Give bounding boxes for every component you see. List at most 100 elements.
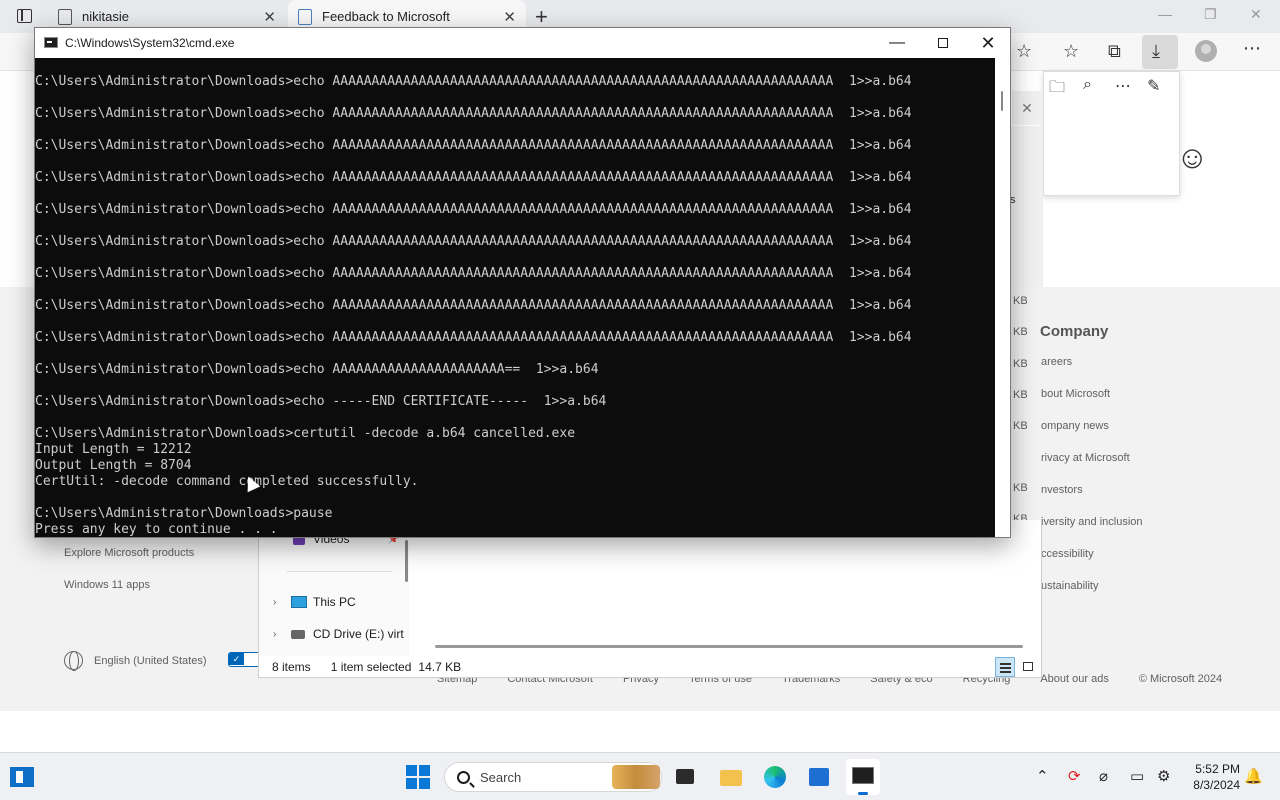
- downloads-button[interactable]: ⤓: [1142, 35, 1178, 69]
- cmd-icon: [44, 37, 58, 48]
- footer-link-privacy[interactable]: rivacy at Microsoft: [1041, 452, 1143, 484]
- profile-avatar[interactable]: [1195, 40, 1217, 62]
- start-button[interactable]: [406, 765, 430, 789]
- footer-link-explore-products[interactable]: Explore Microsoft products: [64, 547, 194, 579]
- add-favorite-icon[interactable]: ☆: [1016, 41, 1032, 62]
- footer-link-sustainability[interactable]: ustainability: [1041, 580, 1143, 612]
- more-options-icon[interactable]: ⋯: [1115, 76, 1131, 96]
- console-line: Press any key to continue . . .: [35, 522, 278, 537]
- close-window-icon[interactable]: ✕: [1250, 6, 1262, 23]
- more-menu-icon[interactable]: ⋯: [1243, 38, 1261, 59]
- sidebar-toggle-icon[interactable]: [17, 9, 32, 23]
- selection-size: 14.7 KB: [418, 660, 462, 674]
- locale-selector[interactable]: English (United States): [64, 651, 207, 671]
- close-icon[interactable]: ✕: [1012, 91, 1042, 125]
- footer-link-about-microsoft[interactable]: bout Microsoft: [1041, 388, 1143, 420]
- console-scrollbar[interactable]: [995, 58, 1010, 537]
- favorites-icon[interactable]: ☆: [1063, 41, 1079, 62]
- task-view-icon[interactable]: [674, 765, 698, 789]
- minimize-icon[interactable]: —: [1158, 6, 1172, 22]
- file-explorer-icon[interactable]: [719, 765, 743, 789]
- scroll-thumb[interactable]: [1001, 91, 1003, 111]
- store-icon[interactable]: [807, 765, 831, 789]
- chevron-up-icon[interactable]: ⌃: [1036, 767, 1049, 785]
- chevron-right-icon[interactable]: ›: [273, 597, 281, 608]
- minimize-button[interactable]: —: [874, 28, 920, 58]
- clock-date: 8/3/2024: [1193, 778, 1240, 792]
- details-view-button[interactable]: [995, 657, 1015, 677]
- large-icons-view-button[interactable]: [1019, 657, 1039, 677]
- company-links: areers bout Microsoft ompany news rivacy…: [1041, 356, 1143, 612]
- footer-left-links: Explore Microsoft products Windows 11 ap…: [64, 547, 194, 611]
- cmd-title-bar[interactable]: C:\Windows\System32\cmd.exe — ✕: [35, 28, 1010, 58]
- file-explorer-window: Videos 📌 › This PC › CD Drive (E:) virt …: [258, 520, 1042, 678]
- footer-link-careers[interactable]: areers: [1041, 356, 1143, 388]
- network-icon[interactable]: ⌀: [1099, 767, 1108, 785]
- file-size-unit: KB: [1013, 389, 1028, 401]
- footer-bottom: [0, 711, 1280, 751]
- maximize-button[interactable]: [920, 28, 966, 58]
- chevron-right-icon[interactable]: ›: [273, 629, 281, 640]
- console-line: C:\Users\Administrator\Downloads>echo --…: [35, 394, 607, 409]
- quick-settings-icon[interactable]: ⚙: [1157, 767, 1170, 785]
- footer-link-about-ads[interactable]: About our ads: [1040, 673, 1109, 685]
- downloads-panel-toolbar: 🗀 ⌕ ⋯ ✎: [1043, 71, 1180, 107]
- nav-item-cd-drive[interactable]: › CD Drive (E:) virt: [273, 627, 404, 641]
- search-label: Search: [480, 769, 522, 785]
- selection-count: 1 item selected: [330, 660, 412, 674]
- widgets-icon[interactable]: [10, 767, 34, 787]
- horizontal-scrollbar[interactable]: [435, 645, 1023, 648]
- footer-link-investors[interactable]: nvestors: [1041, 484, 1143, 516]
- edge-icon[interactable]: [763, 765, 787, 789]
- pin-icon[interactable]: ✎: [1147, 76, 1160, 96]
- page-icon: [58, 8, 72, 25]
- clock[interactable]: 5:52 PM 8/3/2024: [1186, 761, 1240, 793]
- search-icon[interactable]: ⌕: [1083, 76, 1092, 94]
- cmd-taskbar-icon[interactable]: [846, 759, 880, 795]
- console-line: C:\Users\Administrator\Downloads>echo AA…: [35, 106, 912, 121]
- console-line: C:\Users\Administrator\Downloads>echo AA…: [35, 362, 599, 377]
- close-icon[interactable]: ✕: [263, 8, 276, 26]
- close-icon[interactable]: ✕: [503, 8, 516, 26]
- console-line: C:\Users\Administrator\Downloads>echo AA…: [35, 74, 912, 89]
- taskbar: Search ⌃ ⟳ ⌀ ▭ ⚙ 5:52 PM 8/3/2024 🔔: [0, 752, 1280, 800]
- check-icon: ✓: [229, 653, 244, 665]
- console-lines: C:\Users\Administrator\Downloads>echo AA…: [35, 74, 995, 537]
- privacy-choices-toggle[interactable]: ✓: [228, 652, 260, 667]
- file-size-unit: KB: [1013, 295, 1028, 307]
- security-icon[interactable]: ⟳: [1068, 767, 1081, 785]
- footer-link-diversity[interactable]: iversity and inclusion: [1041, 516, 1143, 548]
- console-line: C:\Users\Administrator\Downloads>echo AA…: [35, 234, 912, 249]
- restore-icon[interactable]: ❐: [1204, 6, 1217, 23]
- nav-item-this-pc[interactable]: › This PC: [273, 595, 356, 609]
- console-line: C:\Users\Administrator\Downloads>certuti…: [35, 426, 576, 441]
- footer-link-windows-apps[interactable]: Windows 11 apps: [64, 579, 194, 611]
- collections-icon[interactable]: ⧉: [1108, 41, 1121, 62]
- cmd-window-title: C:\Windows\System32\cmd.exe: [65, 36, 235, 50]
- folder-icon[interactable]: 🗀: [1049, 76, 1065, 103]
- clock-time: 5:52 PM: [1195, 762, 1240, 776]
- console-line: C:\Users\Administrator\Downloads>echo AA…: [35, 298, 912, 313]
- close-button[interactable]: ✕: [965, 28, 1011, 58]
- console-output[interactable]: C:\Users\Administrator\Downloads>echo AA…: [35, 58, 995, 537]
- footer-link-accessibility[interactable]: ccessibility: [1041, 548, 1143, 580]
- search-highlight-image[interactable]: [612, 765, 660, 789]
- display-icon[interactable]: ▭: [1130, 767, 1144, 785]
- smiley-feedback-icon[interactable]: ☺: [1176, 139, 1209, 176]
- side-panel: [1010, 126, 1043, 298]
- nav-scrollbar[interactable]: [405, 540, 408, 582]
- console-line: CertUtil: -decode command completed succ…: [35, 474, 419, 489]
- notifications-bell-icon[interactable]: 🔔: [1244, 767, 1263, 785]
- search-icon: [457, 770, 470, 784]
- console-line: C:\Users\Administrator\Downloads>pause: [35, 506, 333, 521]
- globe-icon: [64, 651, 83, 671]
- footer-link-company-news[interactable]: ompany news: [1041, 420, 1143, 452]
- cd-drive-icon: [291, 629, 305, 639]
